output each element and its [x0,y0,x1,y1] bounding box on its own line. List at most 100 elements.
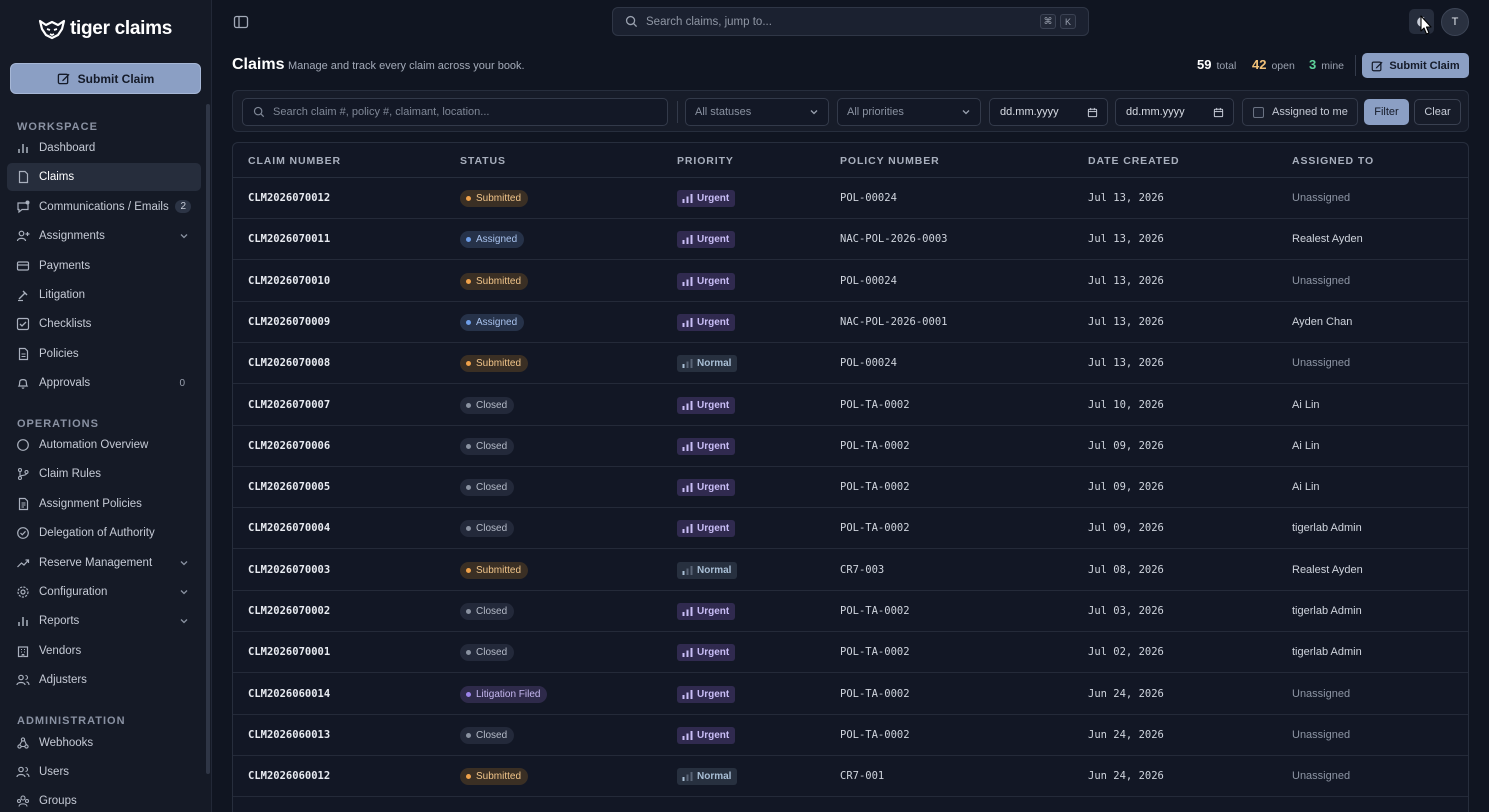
sidebar-item-approvals[interactable]: Approvals 0 [7,369,201,397]
sidebar-item-reports[interactable]: Reports [7,607,201,635]
claim-number-link[interactable]: CLM2026060012 [248,770,330,782]
status-badge: Submitted [460,768,529,786]
sidebar-item-claim-rules[interactable]: Claim Rules [7,460,201,488]
sidebar-item-groups[interactable]: Groups [7,787,201,812]
table-row[interactable]: CLM2026070006 Closed Urgent POL-TA-0002 Jul … [233,426,1468,467]
claim-number-link[interactable]: CLM2026060014 [248,688,330,700]
assignee: Ai Lin [1292,439,1320,452]
chevron-down-icon [810,110,818,115]
table-row[interactable]: CLM2026070009 Assigned Urgent NAC-POL-2026-… [233,302,1468,343]
sidebar-item-policies[interactable]: Policies [7,340,201,368]
app-logo[interactable]: tiger claims [38,17,172,41]
mouse-cursor-icon [1420,15,1432,35]
claim-number-link[interactable]: CLM2026070001 [248,646,330,658]
global-search-input[interactable]: Search claims, jump to... ⌘ K [612,7,1089,36]
table-row[interactable]: CLM2026070011 Assigned Urgent NAC-POL-2026-… [233,219,1468,261]
sidebar-item-assignment-policies[interactable]: Assignment Policies [7,490,201,518]
sidebar-item-assignments[interactable]: Assignments [7,222,201,250]
stat-mine-label: mine [1321,60,1344,72]
claim-number-link[interactable]: CLM2026070003 [248,564,330,576]
signal-bars-icon [682,689,693,699]
submit-claim-button[interactable]: Submit Claim [1362,53,1469,78]
stat-mine: 3 mine [1309,57,1344,72]
column-header-priority[interactable]: PRIORITY [677,155,734,167]
policy-number: POL-00024 [840,192,897,204]
priority-badge: Urgent [677,396,736,414]
table-row[interactable]: CLM2026070001 Closed Urgent POL-TA-0002 Jul … [233,632,1468,674]
sidebar-item-adjusters[interactable]: Adjusters [7,666,201,694]
sidebar-item-delegation-of-authority[interactable]: Delegation of Authority [7,519,201,547]
status-badge: Litigation Filed [460,685,548,703]
building-icon [17,646,29,657]
claim-number-link[interactable]: CLM2026070005 [248,481,330,493]
claim-number-link[interactable]: CLM2026070007 [248,399,330,411]
clear-button[interactable]: Clear [1414,99,1461,125]
claim-number-link[interactable]: CLM2026070009 [248,316,330,328]
gear-icon [17,586,29,598]
filter-button[interactable]: Filter [1364,99,1409,125]
user-avatar[interactable]: T [1441,8,1469,36]
claim-number-link[interactable]: CLM2026070011 [248,233,330,245]
status-select[interactable]: All statuses [685,98,829,126]
table-row[interactable]: CLM2026070002 Closed Urgent POL-TA-0002 Jul … [233,591,1468,632]
claim-number-link[interactable]: CLM2026070008 [248,357,330,369]
assigned-to-me-checkbox[interactable]: Assigned to me [1242,98,1358,126]
table-row[interactable]: CLM2026070012 Submitted Urgent POL-00024 Jul… [233,178,1468,219]
assignee: Ai Lin [1292,481,1320,494]
claim-number-link[interactable]: CLM2026070004 [248,522,330,534]
sidebar-item-label: Approvals [39,377,91,390]
date-created: Jun 24, 2026 [1088,770,1164,783]
column-header-date-created[interactable]: DATE CREATED [1088,155,1180,167]
submit-claim-label: Submit Claim [1389,59,1460,72]
claim-number-link[interactable]: CLM2026060013 [248,729,330,741]
check-circle-icon [17,527,29,540]
sidebar-toggle-icon[interactable] [233,14,249,30]
sidebar-item-claims[interactable]: Claims [7,163,201,192]
sidebar-item-communications-emails[interactable]: Communications / Emails 2 [7,193,201,221]
sidebar-item-automation-overview[interactable]: Automation Overview [7,431,201,459]
sidebar-item-configuration[interactable]: Configuration [7,578,201,606]
table-row[interactable]: CLM2026070005 Closed Urgent POL-TA-0002 Jul … [233,467,1468,509]
claim-number-link[interactable]: CLM2026070006 [248,440,330,452]
policy-number: CR7-003 [840,563,885,576]
sidebar-item-users[interactable]: Users [7,758,201,786]
table-row[interactable]: CLM2026070008 Submitted Normal POL-00024 Jul… [233,343,1468,385]
column-header-status[interactable]: STATUS [460,155,506,167]
sidebar-item-vendors[interactable]: Vendors [7,637,201,665]
sidebar-scrollbar[interactable] [206,104,210,774]
table-row[interactable]: CLM2026070007 Closed Urgent POL-TA-0002 Jul … [233,385,1468,426]
sidebar-item-webhooks[interactable]: Webhooks [7,729,201,757]
date-to-input[interactable]: dd.mm.yyyy [1115,98,1234,126]
sidebar-item-checklists[interactable]: Checklists [7,310,201,338]
table-row[interactable]: CLM2026070010 Submitted Urgent POL-00024 Jul… [233,261,1468,302]
sidebar-item-reserve-management[interactable]: Reserve Management [7,549,201,577]
date-from-input[interactable]: dd.mm.yyyy [989,98,1108,126]
sidebar-item-payments[interactable]: Payments [7,252,201,280]
table-row[interactable]: CLM2026060012 Submitted Normal CR7-001 Jun 2… [233,756,1468,798]
table-row[interactable]: CLM2026070004 Closed Urgent POL-TA-0002 Jul … [233,508,1468,550]
claim-number-link[interactable]: CLM2026070002 [248,605,330,617]
table-row[interactable]: CLM2026060014 Litigation Filed Urgent POL-T… [233,674,1468,715]
priority-select[interactable]: All priorities [837,98,981,126]
column-header-policy-number[interactable]: POLICY NUMBER [840,155,940,167]
table-row[interactable]: CLM2026060013 Closed Urgent POL-TA-0002 Jun … [233,715,1468,756]
gavel-icon [18,290,28,302]
column-header-assigned-to[interactable]: ASSIGNED TO [1292,155,1374,167]
checkbox-box[interactable] [1253,106,1264,118]
claim-number-link[interactable]: CLM2026070010 [248,275,330,287]
claim-number-link[interactable]: CLM2026070012 [248,192,330,204]
sidebar-item-dashboard[interactable]: Dashboard [7,134,201,162]
date-to-value: dd.mm.yyyy [1126,106,1185,118]
priority-label: Urgent [697,316,730,328]
status-dot [466,609,471,614]
status-dot [466,567,471,573]
unread-badge: 2 [175,200,191,214]
users-icon [16,674,30,686]
sidebar-submit-claim-button[interactable]: Submit Claim [10,63,201,94]
column-header-claim-number[interactable]: CLAIM NUMBER [248,155,341,167]
search-icon [253,106,265,118]
table-row[interactable]: CLM2026070003 Submitted Normal CR7-003 Jul 0… [233,550,1468,591]
claim-search-input[interactable]: Search claim #, policy #, claimant, loca… [242,98,668,126]
sidebar-item-litigation[interactable]: Litigation [7,281,201,309]
signal-bars-icon [682,648,693,658]
